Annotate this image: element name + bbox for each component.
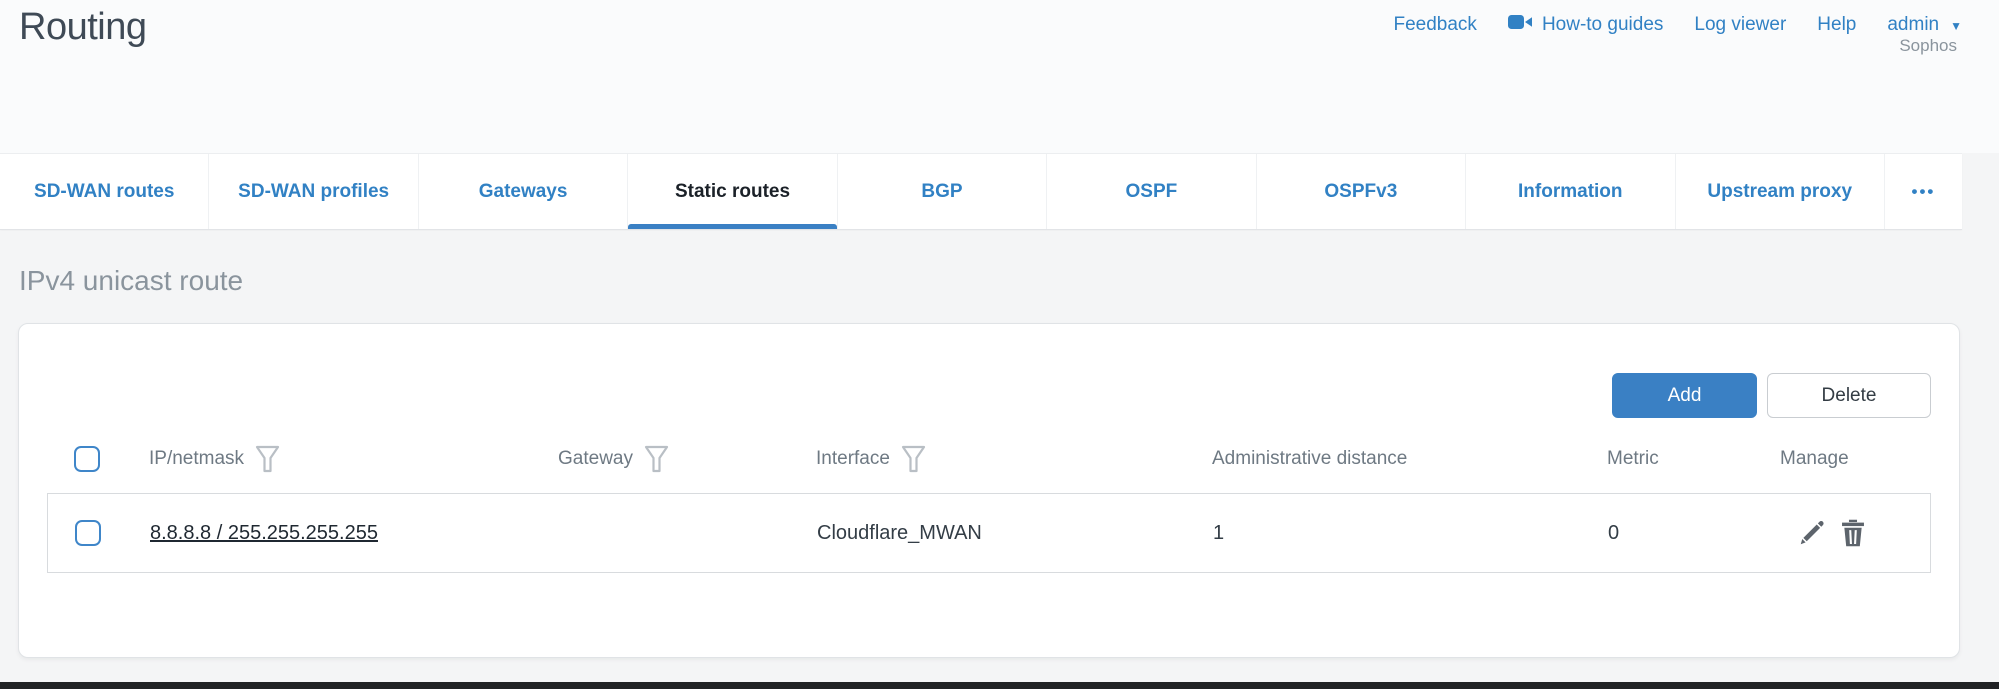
tab-static-routes[interactable]: Static routes (627, 154, 836, 229)
row-checkbox[interactable] (75, 520, 101, 546)
admin-menu[interactable]: admin ▼ (1887, 14, 1962, 36)
filter-funnel-icon[interactable] (644, 445, 669, 473)
feedback-link[interactable]: Feedback (1393, 14, 1476, 36)
col-manage: Manage (1780, 448, 1849, 470)
tab-upstream-proxy[interactable]: Upstream proxy (1675, 154, 1884, 229)
routing-page: Routing Feedback How-to guides Log viewe… (0, 0, 1999, 689)
tab-ospfv3[interactable]: OSPFv3 (1256, 154, 1465, 229)
filter-funnel-icon[interactable] (901, 445, 926, 473)
tab-gateways[interactable]: Gateways (418, 154, 627, 229)
ellipsis-icon: ••• (1912, 182, 1936, 202)
static-routes-table: IP/netmask Gateway Interface (47, 424, 1931, 573)
tab-ospf[interactable]: OSPF (1046, 154, 1255, 229)
col-interface: Interface (816, 448, 890, 470)
help-link[interactable]: Help (1817, 14, 1856, 36)
tab-sdwan-routes[interactable]: SD-WAN routes (0, 154, 208, 229)
tab-bgp[interactable]: BGP (837, 154, 1046, 229)
page-title: Routing (19, 6, 146, 49)
route-ip-link[interactable]: 8.8.8.8 / 255.255.255.255 (150, 522, 378, 544)
video-camera-icon (1508, 13, 1533, 37)
select-all-checkbox[interactable] (74, 446, 100, 472)
table-row: 8.8.8.8 / 255.255.255.255 Cloudflare_MWA… (47, 493, 1931, 573)
main-content: IPv4 unicast route Add Delete IP/netmask (0, 231, 1999, 682)
tab-sdwan-profiles[interactable]: SD-WAN profiles (208, 154, 417, 229)
delete-button[interactable]: Delete (1767, 373, 1931, 418)
section-heading: IPv4 unicast route (19, 265, 243, 297)
route-metric-value: 0 (1608, 522, 1781, 545)
org-label: Sophos (1899, 36, 1957, 56)
edit-pencil-icon[interactable] (1797, 518, 1827, 548)
filter-funnel-icon[interactable] (255, 445, 280, 473)
col-metric: Metric (1607, 448, 1659, 470)
col-gateway: Gateway (558, 448, 633, 470)
route-admin-distance-value: 1 (1213, 522, 1608, 545)
add-button[interactable]: Add (1612, 373, 1757, 418)
tab-information[interactable]: Information (1465, 154, 1674, 229)
routing-tabbar: SD-WAN routes SD-WAN profiles Gateways S… (0, 153, 1962, 230)
delete-trash-icon[interactable] (1839, 518, 1867, 548)
top-navigation: Feedback How-to guides Log viewer Help a… (1393, 13, 1962, 37)
col-administrative-distance: Administrative distance (1212, 448, 1407, 470)
window-bottom-edge (0, 682, 1999, 689)
col-ip-netmask: IP/netmask (149, 448, 244, 470)
tab-overflow-menu[interactable]: ••• (1884, 154, 1962, 229)
page-header: Routing Feedback How-to guides Log viewe… (0, 0, 1999, 153)
route-interface-value: Cloudflare_MWAN (817, 522, 1213, 545)
log-viewer-link[interactable]: Log viewer (1694, 14, 1786, 36)
routes-card: Add Delete IP/netmask Gateway (18, 323, 1960, 658)
howto-guides-link[interactable]: How-to guides (1508, 13, 1663, 37)
table-header-row: IP/netmask Gateway Interface (47, 424, 1931, 493)
chevron-down-icon: ▼ (1950, 19, 1962, 33)
